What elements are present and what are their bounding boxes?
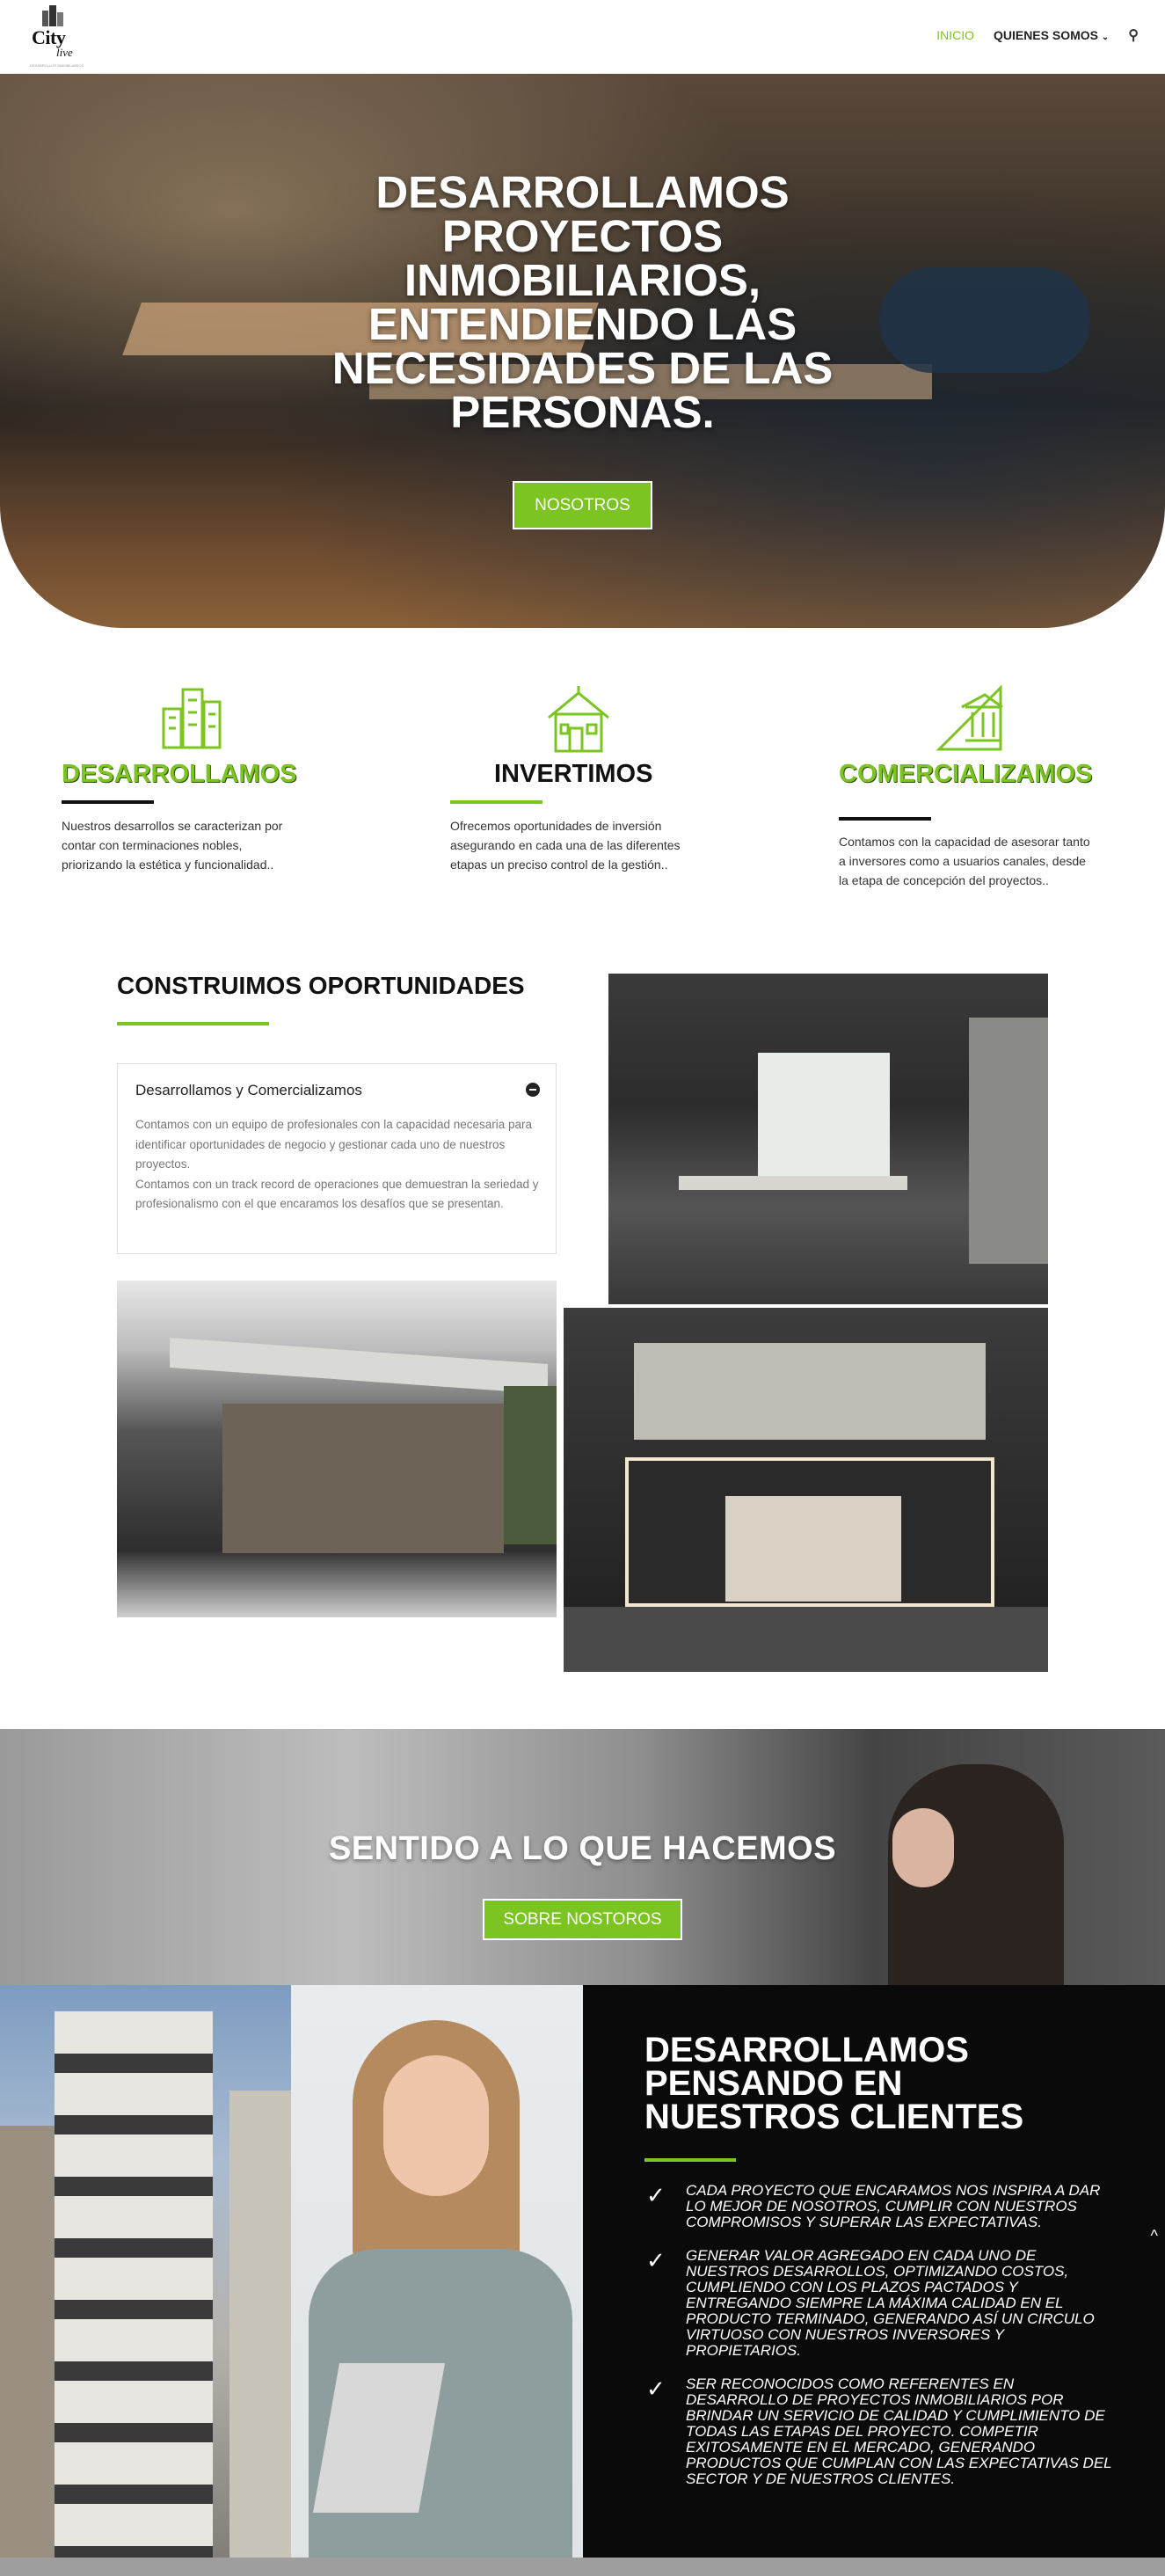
list-item-text: SER RECONOCIDOS COMO REFERENTES EN DESAR…	[686, 2375, 1112, 2487]
list-item: ✓ GENERAR VALOR AGREGADO EN CADA UNO DE N…	[644, 2248, 1119, 2359]
section-title-construimos: CONSTRUIMOS OPORTUNIDADES	[117, 972, 525, 999]
image-tower	[55, 2011, 213, 2576]
nav-item-label: QUIENES SOMOS	[993, 28, 1098, 42]
chevron-down-icon: ⌄	[1101, 33, 1110, 42]
nosotros-button[interactable]: NOSOTROS	[513, 481, 652, 529]
facade-image	[564, 1308, 1048, 1672]
check-icon: ✓	[646, 2182, 666, 2208]
back-to-top-icon[interactable]: ^	[1151, 2227, 1158, 2245]
section-rule	[117, 1022, 269, 1025]
feature-rule	[450, 800, 542, 804]
image-face	[383, 2055, 489, 2196]
list-item-text: GENERAR VALOR AGREGADO EN CADA UNO DE NU…	[686, 2247, 1095, 2359]
architecture-icon	[936, 684, 1003, 751]
hero-title: DESARROLLAMOS PROYECTOS INMOBILIARIOS, E…	[331, 167, 834, 437]
accordion-paragraph: Contamos con un equipo de profesionales …	[135, 1118, 533, 1171]
image-slab	[170, 1337, 548, 1395]
feature-title: INVERTIMOS	[494, 760, 653, 788]
feature-title-text: COMERCIALIZAMOS	[839, 760, 1093, 788]
minus-circle-icon[interactable]	[526, 1083, 540, 1097]
feature-rule	[62, 800, 154, 804]
image-garage-interior	[725, 1496, 901, 1602]
image-upper-level	[634, 1343, 986, 1440]
site-header: City live DESARROLLOS INMOBILIARIOS INIC…	[0, 0, 1165, 74]
list-item-text: CADA PROYECTO QUE ENCARAMOS NOS INSPIRA …	[686, 2182, 1101, 2230]
clientes-rule	[644, 2158, 736, 2162]
hero-bg-sofa	[879, 267, 1090, 373]
accordion-toggle[interactable]: Desarrollamos y Comercializamos Contamos…	[117, 1063, 557, 1254]
dining-room-image	[608, 974, 1048, 1304]
feature-text: Contamos con la capacidad de asesorar ta…	[839, 835, 1090, 887]
sobre-nosotros-button[interactable]: SOBRE NOSTOROS	[483, 1899, 682, 1940]
sentido-title: SENTIDO A LO QUE HACEMOS	[328, 1830, 837, 1867]
building-image	[0, 1985, 291, 2576]
image-side-building	[229, 2091, 291, 2576]
image-wall	[969, 1018, 1048, 1264]
image-side-building	[0, 2126, 55, 2576]
image-table	[679, 1176, 907, 1190]
image-glass	[222, 1404, 504, 1553]
check-icon: ✓	[646, 2375, 666, 2402]
nav-item-inicio[interactable]: INICIO	[936, 28, 974, 42]
list-item: ✓ SER RECONOCIDOS COMO REFERENTES EN DESA…	[644, 2376, 1119, 2487]
accordion-body: Contamos con un equipo de profesionales …	[135, 1115, 540, 1215]
feature-rule	[839, 817, 931, 821]
house-icon	[548, 686, 609, 753]
feature-text: Ofrecemos oportunidades de inversión ase…	[450, 819, 681, 872]
feature-title: COMERCIALIZAMOS	[839, 760, 1103, 788]
logo-buildings-icon	[42, 5, 63, 26]
sentido-banner: SENTIDO A LO QUE HACEMOS SOBRE NOSTOROS	[0, 1729, 1165, 1985]
woman-image	[291, 1985, 583, 2576]
hero-banner: DESARROLLAMOS PROYECTOS INMOBILIARIOS, E…	[0, 74, 1165, 628]
footer-strip	[0, 2558, 1165, 2576]
site-logo[interactable]: City live DESARROLLOS INMOBILIARIOS	[30, 4, 84, 70]
image-street	[564, 1607, 1048, 1672]
accordion-title[interactable]: Desarrollamos y Comercializamos	[135, 1082, 362, 1099]
balcony-image	[117, 1281, 557, 1617]
clientes-list: ✓ CADA PROYECTO QUE ENCARAMOS NOS INSPIRA…	[644, 2183, 1119, 2505]
feature-text: Nuestros desarrollos se caracterizan por…	[62, 819, 283, 872]
clientes-title: DESARROLLAMOS PENSANDO EN NUESTROS CLIEN…	[644, 2031, 1024, 2136]
logo-sub: live	[56, 46, 73, 59]
buildings-icon	[162, 688, 222, 749]
check-icon: ✓	[646, 2247, 666, 2273]
clientes-panel: DESARROLLAMOS PENSANDO EN NUESTROS CLIEN…	[583, 1985, 1165, 2576]
accordion-paragraph: Contamos con un track record de operacio…	[135, 1177, 539, 1211]
image-window	[758, 1053, 890, 1185]
search-icon[interactable]: ⚲	[1128, 26, 1139, 44]
list-item: ✓ CADA PROYECTO QUE ENCARAMOS NOS INSPIRA…	[644, 2183, 1119, 2230]
image-garage	[625, 1457, 994, 1607]
image-trees	[504, 1386, 557, 1544]
logo-tagline: DESARROLLOS INMOBILIARIOS	[30, 63, 84, 68]
feature-title: DESARROLLAMOS	[62, 760, 297, 788]
main-nav: INICIO QUIENES SOMOS ⌄ ⚲	[936, 26, 1139, 44]
nav-item-quienes-somos[interactable]: QUIENES SOMOS ⌄	[994, 28, 1109, 42]
